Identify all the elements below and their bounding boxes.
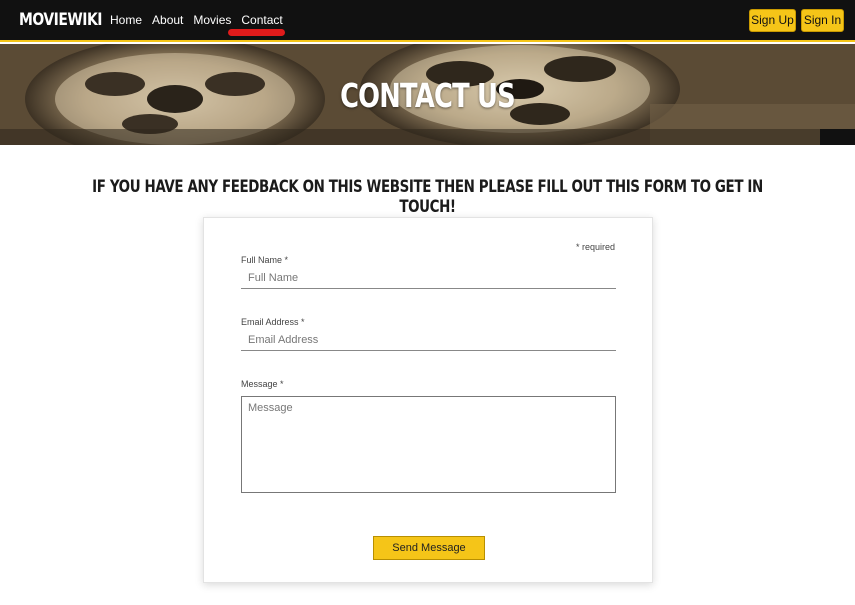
nav-link-movies[interactable]: Movies — [193, 13, 231, 27]
nav-links: Home About Movies Contact — [110, 13, 293, 27]
nav-link-about[interactable]: About — [152, 13, 183, 27]
full-name-input[interactable] — [241, 267, 616, 289]
message-textarea[interactable] — [241, 396, 616, 493]
email-input[interactable] — [241, 329, 616, 351]
send-message-button[interactable]: Send Message — [373, 536, 485, 560]
page-title: CONTACT US — [340, 76, 516, 115]
intro-heading: IF YOU HAVE ANY FEEDBACK ON THIS WEBSITE… — [92, 177, 763, 217]
contact-form-card: * required Full Name * Email Address * M… — [203, 217, 653, 583]
nav-link-home[interactable]: Home — [110, 13, 142, 27]
hero-banner: CONTACT US — [0, 44, 855, 145]
message-label: Message * — [241, 379, 284, 389]
required-note: * required — [575, 242, 615, 252]
email-label: Email Address * — [241, 317, 305, 327]
sign-in-button[interactable]: Sign In — [801, 9, 844, 32]
navbar: MOVIEWIKI Home About Movies Contact Sign… — [0, 0, 855, 42]
brand-logo[interactable]: MOVIEWIKI — [19, 10, 102, 30]
active-nav-indicator — [228, 29, 285, 36]
nav-link-contact[interactable]: Contact — [241, 13, 282, 27]
full-name-label: Full Name * — [241, 255, 289, 265]
sign-up-button[interactable]: Sign Up — [749, 9, 796, 32]
